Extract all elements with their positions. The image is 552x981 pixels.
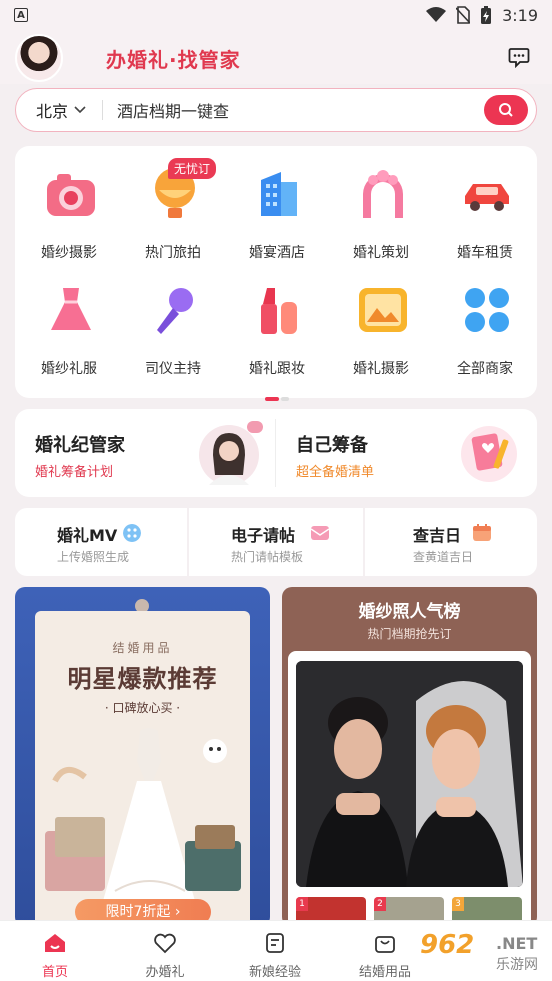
tool-title: 电子请帖 [231,526,296,545]
category-wedding-dress[interactable]: 婚纱礼服 [19,262,119,377]
rank-number: 2 [374,897,386,911]
header: 办婚礼·找管家 [0,30,552,84]
category-all-merchants[interactable]: 全部商家 [435,262,535,377]
promo-board: 结婚用品 明星爆款推荐 · 口碑放心买 · [35,611,250,927]
lipstick-icon [261,288,297,334]
notification-a-icon: A [14,8,28,22]
watermark-net: .NET [496,934,538,953]
wifi-icon [426,7,447,22]
chevron-down-icon [74,106,86,114]
grid-icon [465,288,509,332]
category-label: 司仪主持 [145,361,201,377]
promo-small-title: 结婚用品 [112,641,173,655]
rank-number: 1 [296,897,308,911]
brand-slogan: 办婚礼·找管家 [106,48,241,72]
category-label: 婚纱礼服 [41,361,97,377]
envelope-icon [311,526,329,540]
tab-bride-experience[interactable]: 新娘经验 [220,921,330,981]
category-wedding-photography[interactable]: 婚礼摄影 [331,262,431,377]
promo-title: 明星爆款推荐 [67,665,218,693]
promo-tagline: · 口碑放心买 · [104,701,181,715]
floral-arch-icon [363,170,403,218]
tab-label: 新娘经验 [248,965,301,980]
ranking-subtitle: 热门档期抢先订 [367,627,452,641]
category-label: 婚纱摄影 [41,245,97,261]
category-label: 全部商家 [457,361,513,377]
camera-icon [47,174,95,216]
couple-photo[interactable] [296,661,523,887]
tab-wedding[interactable]: 办婚礼 [110,921,220,981]
tab-home[interactable]: 首页 [0,921,110,981]
self-planning-entry[interactable]: 自己筹备 超全备婚清单 [276,409,537,497]
no-sim-icon [456,6,471,24]
category-wedding-photo[interactable]: 婚纱摄影 [19,146,119,261]
dress-icon [51,288,91,330]
status-bar: A 3:19 [0,0,552,30]
search-bar[interactable]: 北京 酒店档期一键查 [15,88,537,132]
category-wedding-planning[interactable]: 婚礼策划 [331,146,431,261]
city-label: 北京 [36,102,69,121]
category-banquet-hotel[interactable]: 婚宴酒店 [227,146,327,261]
disc-icon [123,524,141,542]
notebook-icon [461,426,517,482]
tab-label: 办婚礼 [145,965,185,980]
promo-wedding-supplies[interactable]: 结婚用品 明星爆款推荐 · 口碑放心买 · 限时7折起 › [15,587,270,927]
wedding-mv-tool[interactable]: 婚礼MV 上传婚照生成 [15,508,189,576]
search-divider [102,100,104,120]
hotel-building-icon [261,172,297,216]
category-label: 婚宴酒店 [249,245,305,261]
page-indicator [265,386,289,401]
site-watermark: 962 .NET 乐游网 [420,928,550,978]
picture-icon [359,288,407,332]
tool-subtitle: 查黄道吉日 [413,550,474,564]
category-makeup[interactable]: 婚礼跟妆 [227,262,327,377]
message-icon[interactable] [508,46,530,68]
category-label: 婚礼摄影 [353,361,409,377]
shopping-bag-icon [375,936,395,953]
city-selector[interactable]: 北京 [36,98,86,122]
category-grid: 婚纱摄影 热门旅拍 无忧订 婚宴酒店 婚礼策划 婚车租赁 婚纱礼服 司仪主持 婚… [15,146,537,401]
microphone-icon [157,288,193,334]
category-wedding-car[interactable]: 婚车租赁 [435,146,535,261]
home-icon [45,934,65,952]
self-planning-subtitle: 超全备婚清单 [296,465,375,480]
manager-avatar [199,421,263,485]
heart-icon [154,933,176,954]
category-label: 婚礼策划 [353,245,409,261]
carefree-badge: 无忧订 [168,158,217,179]
tool-title: 查吉日 [413,526,462,545]
manager-title: 婚礼纪管家 [35,435,125,456]
search-input[interactable]: 酒店档期一键查 [117,98,484,122]
category-label: 婚礼跟妆 [249,361,305,377]
calendar-icon [473,524,491,541]
search-icon [499,103,513,117]
tools-card: 婚礼MV 上传婚照生成 电子请帖 热门请帖模板 查吉日 查黄道吉日 [15,508,537,576]
promo-photo-ranking[interactable]: 婚纱照人气榜 热门档期抢先订 1 2 3 [282,587,537,927]
rank-number: 3 [452,897,464,911]
category-label: 婚车租赁 [457,245,513,261]
couple-illustration [296,661,523,887]
clock: 3:19 [502,5,538,25]
avatar[interactable] [15,34,63,82]
battery-charging-icon [481,6,492,24]
tool-subtitle: 热门请帖模板 [231,550,304,564]
planning-card: 婚礼纪管家 婚礼筹备计划 自己筹备 超全备婚清单 [15,409,537,497]
lucky-day-tool[interactable]: 查吉日 查黄道吉日 [365,508,539,576]
tool-subtitle: 上传婚照生成 [57,550,130,564]
search-button[interactable] [484,95,528,125]
wedding-gown-illustration [45,728,241,901]
tool-title: 婚礼MV [57,526,118,545]
car-icon [465,184,509,211]
wedding-manager-entry[interactable]: 婚礼纪管家 婚礼筹备计划 [15,409,275,497]
note-icon [266,933,284,953]
tab-label: 首页 [41,965,68,980]
manager-subtitle: 婚礼筹备计划 [35,465,114,480]
e-invitation-tool[interactable]: 电子请帖 热门请帖模板 [189,508,363,576]
ranking-title: 婚纱照人气榜 [358,602,461,622]
watermark-number: 962 [420,930,475,960]
category-mc-host[interactable]: 司仪主持 [123,262,223,377]
self-planning-title: 自己筹备 [296,435,368,456]
watermark-cn: 乐游网 [496,957,538,973]
category-label: 热门旅拍 [145,245,201,261]
